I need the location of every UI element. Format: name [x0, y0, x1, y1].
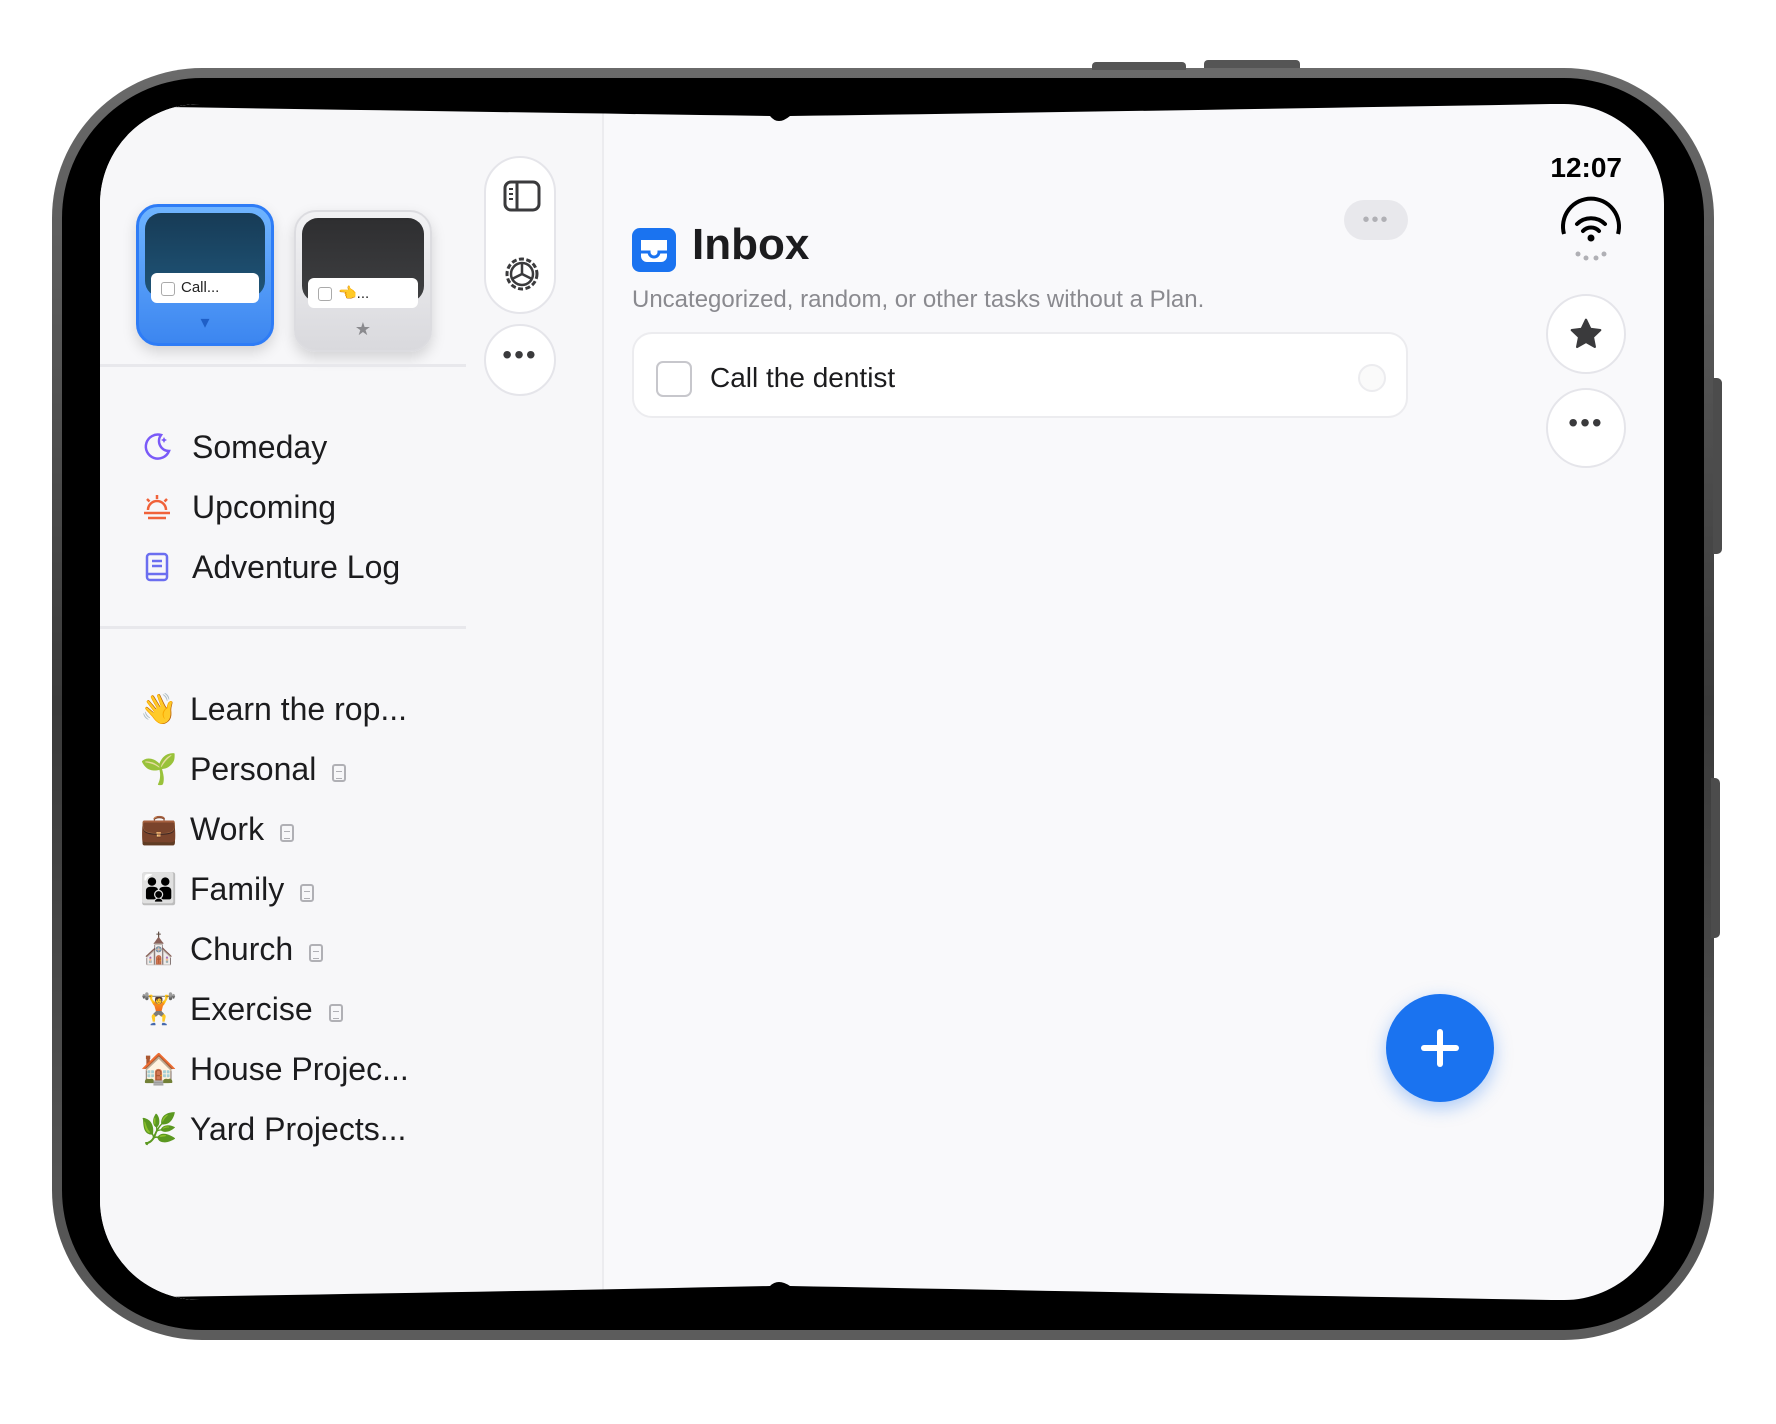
seedling-icon: 🌱 — [140, 752, 178, 786]
sidebar-tool-pill — [484, 156, 556, 314]
sidebar-plan-personal[interactable]: 🌱 Personal — [140, 744, 347, 794]
task-checkbox[interactable] — [656, 361, 692, 397]
window-thumbnail-starred[interactable]: 👈... ★ — [294, 210, 432, 352]
task-row[interactable]: Call the dentist — [632, 332, 1408, 418]
star-icon — [1570, 318, 1602, 349]
starred-button[interactable] — [1546, 294, 1626, 374]
add-task-button[interactable] — [1386, 994, 1494, 1102]
settings-button[interactable] — [502, 254, 542, 294]
church-icon: ⛪ — [140, 932, 178, 966]
book-icon — [140, 550, 174, 584]
briefcase-icon: 💼 — [140, 812, 178, 846]
title-more-button[interactable]: ••• — [1344, 200, 1408, 240]
sidebar-item-label: Work — [190, 810, 265, 847]
house-icon: 🏠 — [140, 1052, 178, 1086]
moon-icon — [140, 430, 174, 464]
sidebar: Call... ▾ 👈... ★ ••• Someday Upcoming Ad… — [100, 104, 604, 1300]
sidebar-item-adventure-log[interactable]: Adventure Log — [140, 542, 400, 592]
note-icon — [332, 764, 347, 782]
sidebar-item-label: Church — [190, 930, 294, 967]
ellipsis-icon: ••• — [1568, 407, 1604, 438]
sidebar-item-someday[interactable]: Someday — [140, 422, 327, 472]
divider — [100, 626, 466, 629]
more-options-button[interactable]: ••• — [1546, 388, 1626, 468]
sidebar-item-label: Someday — [192, 428, 328, 465]
divider — [100, 364, 466, 367]
wifi-icon — [1561, 196, 1621, 261]
sidebar-plan-yard-projects[interactable]: 🌿 Yard Projects... — [140, 1104, 406, 1154]
sidebar-item-label: Exercise — [190, 990, 313, 1027]
sidebar-plan-house-projects[interactable]: 🏠 House Projec... — [140, 1044, 409, 1094]
inbox-icon — [632, 228, 676, 272]
waving-hand-icon: 👋 — [140, 692, 178, 726]
task-title: Call the dentist — [710, 362, 896, 393]
sidebar-plan-learn-the-ropes[interactable]: 👋 Learn the rop... — [140, 684, 407, 734]
window-thumbnail-inbox[interactable]: Call... ▾ — [136, 204, 274, 346]
main-content: Inbox Uncategorized, random, or other ta… — [606, 104, 1664, 1300]
sunrise-icon — [140, 490, 174, 524]
page-title: Inbox — [692, 220, 810, 269]
thumbnail-card: Call... — [151, 273, 259, 303]
weightlifter-icon: 🏋 — [140, 992, 178, 1026]
sidebar-item-label: Upcoming — [192, 488, 337, 525]
hardware-button — [1713, 378, 1722, 554]
sidebar-toggle-icon — [503, 180, 541, 212]
note-icon — [309, 944, 324, 962]
sidebar-toggle-button[interactable] — [502, 178, 542, 214]
sidebar-item-upcoming[interactable]: Upcoming — [140, 482, 336, 532]
note-icon — [300, 884, 315, 902]
inbox-icon: ▾ — [200, 312, 210, 332]
status-time: 12:07 — [1550, 152, 1622, 183]
sidebar-item-label: Yard Projects... — [190, 1110, 407, 1147]
sidebar-item-label: Adventure Log — [192, 548, 401, 585]
sidebar-item-label: Learn the rop... — [190, 690, 408, 727]
plus-icon — [1421, 1029, 1459, 1067]
ellipsis-icon: ••• — [1362, 208, 1390, 231]
page-subtitle: Uncategorized, random, or other tasks wi… — [632, 286, 1205, 313]
note-icon — [328, 1004, 343, 1022]
sidebar-item-label: House Projec... — [190, 1050, 409, 1087]
sidebar-plan-work[interactable]: 💼 Work — [140, 804, 295, 854]
hardware-button — [1711, 778, 1720, 938]
sidebar-more-button[interactable]: ••• — [484, 324, 556, 396]
gear-icon — [505, 257, 539, 291]
sidebar-item-label: Personal — [190, 750, 317, 787]
thumbnail-card: 👈... — [308, 278, 418, 308]
herb-icon: 🌿 — [140, 1112, 178, 1146]
sidebar-plan-church[interactable]: ⛪ Church — [140, 924, 324, 974]
sidebar-item-label: Family — [190, 870, 285, 907]
sidebar-plan-exercise[interactable]: 🏋 Exercise — [140, 984, 343, 1034]
family-icon: 👪 — [140, 872, 178, 906]
wifi-status — [1556, 194, 1626, 264]
ellipsis-icon: ••• — [502, 339, 538, 370]
hardware-button — [1204, 60, 1300, 68]
note-icon — [280, 824, 295, 842]
star-icon: ★ — [354, 319, 372, 339]
screen: Call... ▾ 👈... ★ ••• Someday Upcoming Ad… — [100, 104, 1664, 1300]
hardware-button — [1092, 62, 1186, 70]
sidebar-plan-family[interactable]: 👪 Family — [140, 864, 315, 914]
device-frame: Call... ▾ 👈... ★ ••• Someday Upcoming Ad… — [52, 60, 1722, 1340]
task-priority-indicator[interactable] — [1358, 364, 1386, 392]
